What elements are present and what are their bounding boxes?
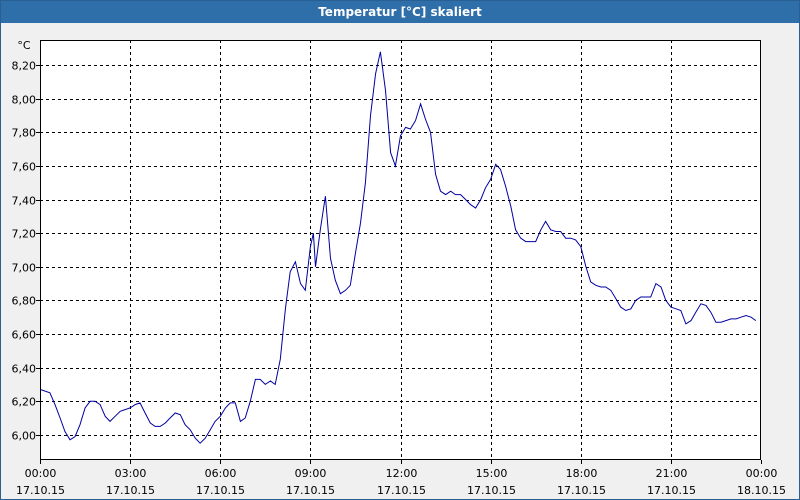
x-axis: 00:00 17.10.15 03:00 17.10.15 06:00 17.10.15 0…	[16, 460, 786, 497]
x-tick-time-label: 03:00	[115, 467, 147, 480]
x-tick-time-label: 06:00	[205, 467, 237, 480]
y-tick-label: 7,00	[12, 262, 37, 275]
x-tick-date-label: 17.10.15	[286, 484, 335, 497]
y-tick-label: 7,40	[12, 195, 37, 208]
x-tick-date-label: 18.10.15	[737, 484, 786, 497]
x-tick-date-label: 17.10.15	[106, 484, 155, 497]
y-tick-label: 6,60	[12, 329, 37, 342]
x-tick-time-label: 09:00	[295, 467, 327, 480]
x-tick-time-label: 18:00	[566, 467, 598, 480]
x-tick-date-label: 17.10.15	[467, 484, 516, 497]
x-tick-date-label: 17.10.15	[557, 484, 606, 497]
y-tick-label: 6,20	[12, 396, 37, 409]
x-tick-time-label: 15:00	[476, 467, 508, 480]
temperature-chart: 6,00 6,20 6,40 6,60 6,80 7,00 7,20 7,40 7,60 7,80…	[12, 39, 786, 497]
y-tick-label: 6,00	[12, 430, 37, 443]
window-title: Temperatur [°C] skaliert	[1, 1, 799, 23]
plot-area	[40, 40, 761, 460]
y-tick-label: 6,40	[12, 363, 37, 376]
y-tick-label: 7,20	[12, 228, 37, 241]
x-tick-date-label: 17.10.15	[647, 484, 696, 497]
y-tick-label: 7,60	[12, 161, 37, 174]
y-axis: 6,00 6,20 6,40 6,60 6,80 7,00 7,20 7,40 7,60 7,80…	[12, 60, 40, 443]
x-tick-time-label: 12:00	[386, 467, 418, 480]
y-axis-unit-label: °C	[17, 39, 31, 52]
x-tick-date-label: 17.10.15	[16, 484, 65, 497]
y-tick-label: 8,20	[12, 60, 37, 73]
x-tick-date-label: 17.10.15	[196, 484, 245, 497]
x-tick-time-label: 00:00	[25, 467, 57, 480]
y-tick-label: 7,80	[12, 127, 37, 140]
y-tick-label: 8,00	[12, 94, 37, 107]
x-tick-time-label: 21:00	[656, 467, 688, 480]
x-tick-date-label: 17.10.15	[377, 484, 426, 497]
x-tick-time-label: 00:00	[746, 467, 778, 480]
y-tick-label: 6,80	[12, 295, 37, 308]
